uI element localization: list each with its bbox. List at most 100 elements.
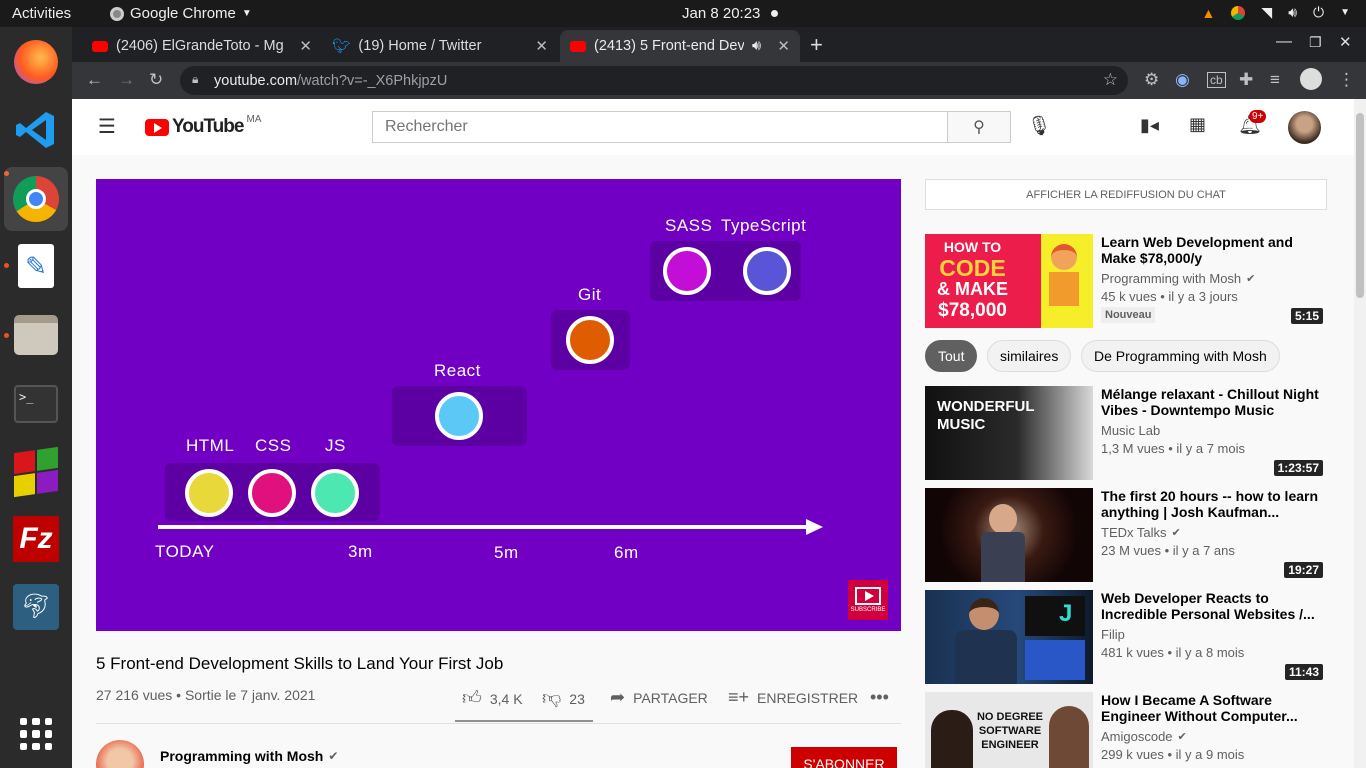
minimize-button[interactable]: —: [1276, 33, 1292, 51]
back-icon[interactable]: ←: [86, 70, 103, 90]
save-button[interactable]: ≡+ ENREGISTRER: [728, 687, 858, 708]
chrome-menu-icon[interactable]: ⋮: [1338, 70, 1355, 90]
chip-all[interactable]: Tout: [925, 340, 978, 372]
video-stats: 23 M vues • il y a 7 ans: [1101, 543, 1235, 558]
video-meta: 27 216 vues • Sortie le 7 janv. 2021: [96, 687, 316, 703]
apps-grid-icon[interactable]: ▦: [1189, 114, 1206, 135]
mysql-workbench-icon[interactable]: 🐬︎: [11, 582, 61, 632]
account-avatar[interactable]: [1288, 111, 1321, 144]
address-bar[interactable]: 🔒︎ youtube.com/watch?v=-_X6PhkjpzU ☆: [180, 66, 1128, 95]
more-actions-icon[interactable]: •••: [870, 687, 889, 708]
tab-strip: (2406) ElGrandeToto - Mg ✕ 🐦︎ (19) Home …: [72, 27, 1366, 62]
channel-name-row[interactable]: Programming with Mosh ✔: [160, 748, 338, 764]
tab-active-video[interactable]: (2413) 5 Front-end Dev 🔊︎ ✕: [560, 30, 800, 62]
reload-icon[interactable]: ↻: [149, 70, 163, 90]
extensions-puzzle-icon[interactable]: ✚: [1239, 70, 1253, 90]
profile-avatar-icon[interactable]: [1300, 68, 1322, 90]
channel-name[interactable]: Filip: [1101, 627, 1125, 642]
recommended-video[interactable]: WONDERFUL MUSIC 1:23:57 Mélange relaxant…: [925, 386, 1327, 480]
audio-playing-icon[interactable]: 🔊︎: [752, 38, 761, 54]
app-grid-colorful-icon[interactable]: [11, 446, 61, 498]
clock[interactable]: Jan 8 20:23: [682, 5, 760, 22]
text-editor-icon[interactable]: ✎: [11, 241, 61, 291]
video-player[interactable]: HTML CSS JS React Git SASS TypeScript TO…: [96, 179, 901, 631]
bookmark-star-icon[interactable]: ☆: [1103, 70, 1118, 90]
filezilla-icon[interactable]: Fz: [11, 514, 61, 564]
close-tab-icon[interactable]: ✕: [299, 37, 312, 55]
chip-similar[interactable]: similaires: [987, 340, 1072, 372]
share-button[interactable]: ➦ PARTAGER: [610, 687, 708, 708]
channel-name[interactable]: Music Lab: [1101, 423, 1160, 438]
firefox-icon[interactable]: [11, 37, 61, 87]
microphone-icon[interactable]: 🎙︎: [1027, 114, 1051, 138]
video-stats: 1,3 M vues • il y a 7 mois: [1101, 441, 1245, 456]
video-thumbnail[interactable]: J: [925, 590, 1093, 684]
close-window-button[interactable]: ✕: [1339, 33, 1352, 51]
show-applications-icon[interactable]: [11, 709, 61, 759]
search-button[interactable]: ⚲: [947, 111, 1011, 143]
close-tab-icon[interactable]: ✕: [777, 37, 790, 55]
recommended-video[interactable]: NO DEGREE SOFTWARE ENGINEER How I Became…: [925, 692, 1327, 768]
chrome-tray-icon[interactable]: [1231, 5, 1246, 20]
media-queue-icon[interactable]: ≡: [1270, 70, 1280, 90]
thumbnail-text: NO DEGREE SOFTWARE ENGINEER: [976, 711, 1043, 751]
extension-cb-icon[interactable]: cb: [1207, 72, 1226, 88]
system-tray[interactable]: ▲ ◥ 🔊︎ ⏻ ▼: [1202, 4, 1350, 21]
duration-badge: 11:43: [1284, 664, 1323, 680]
maximize-button[interactable]: ❐: [1309, 34, 1322, 51]
js-dot: [311, 469, 359, 517]
app-menu[interactable]: Google Chrome ▼: [110, 5, 252, 22]
chrome-dock-icon[interactable]: [4, 167, 68, 231]
video-thumbnail[interactable]: WONDERFUL MUSIC: [925, 386, 1093, 480]
typescript-label: TypeScript: [721, 216, 807, 235]
new-tab-button[interactable]: +: [810, 32, 823, 58]
page-scrollbar[interactable]: [1354, 99, 1366, 768]
wifi-icon[interactable]: ◥: [1261, 4, 1272, 21]
tab-elgrandetoto[interactable]: (2406) ElGrandeToto - Mg ✕: [82, 30, 322, 62]
subscribe-label: S'ABONNER: [803, 756, 885, 768]
show-chat-replay-button[interactable]: AFFICHER LA REDIFFUSION DU CHAT: [925, 179, 1327, 210]
channel-avatar[interactable]: [96, 740, 144, 768]
js-label: JS: [325, 436, 346, 455]
extension-2-icon[interactable]: ◉: [1175, 70, 1190, 90]
scrollbar-thumb[interactable]: [1356, 113, 1364, 298]
browser-toolbar: ← → ↻ 🔒︎ youtube.com/watch?v=-_X6PhkjpzU…: [72, 62, 1366, 99]
divider: [96, 723, 901, 724]
extension-1-icon[interactable]: ⚙: [1144, 70, 1159, 90]
duration-badge: 5:15: [1290, 308, 1323, 324]
recommended-video[interactable]: 19:27 The first 20 hours -- how to learn…: [925, 488, 1327, 582]
dislike-button[interactable]: 👎︎ 23: [542, 687, 585, 710]
subscribe-watermark[interactable]: SUBSCRIBE: [848, 580, 888, 620]
channel-row[interactable]: Amigoscode ✔: [1101, 729, 1187, 744]
hamburger-menu-icon[interactable]: ☰: [98, 114, 116, 139]
video-thumbnail[interactable]: [925, 488, 1093, 582]
terminal-icon[interactable]: >_: [11, 379, 61, 429]
vscode-icon[interactable]: [11, 105, 61, 155]
vlc-icon[interactable]: ▲: [1202, 5, 1216, 21]
chevron-down-icon[interactable]: ▼: [1340, 7, 1350, 18]
files-icon[interactable]: [11, 310, 61, 360]
subscribe-button[interactable]: S'ABONNER: [791, 747, 897, 768]
featured-video[interactable]: HOW TO CODE & MAKE $78,000 5:15 Learn We…: [925, 234, 1327, 328]
create-video-icon[interactable]: ▮◂: [1140, 115, 1159, 136]
tab-twitter[interactable]: 🐦︎ (19) Home / Twitter ✕: [322, 30, 558, 62]
channel-row[interactable]: Programming with Mosh ✔: [1101, 271, 1255, 286]
html-label: HTML: [186, 436, 235, 455]
chip-from-channel[interactable]: De Programming with Mosh: [1081, 340, 1280, 372]
duration-badge: 1:23:57: [1273, 460, 1323, 476]
like-button[interactable]: 👍︎ 3,4 K: [462, 687, 523, 710]
forward-icon[interactable]: →: [118, 70, 135, 90]
power-icon[interactable]: ⏻: [1313, 4, 1324, 21]
search-input[interactable]: [372, 111, 948, 143]
play-icon: [855, 587, 881, 605]
channel-row[interactable]: TEDx Talks ✔: [1101, 525, 1181, 540]
featured-thumbnail[interactable]: HOW TO CODE & MAKE $78,000: [925, 234, 1041, 328]
css-dot: [248, 469, 296, 517]
youtube-logo[interactable]: YouTube MA: [145, 114, 261, 138]
video-thumbnail[interactable]: NO DEGREE SOFTWARE ENGINEER: [925, 692, 1093, 768]
close-tab-icon[interactable]: ✕: [535, 37, 548, 55]
recommended-video[interactable]: J 11:43 Web Developer Reacts to Incredib…: [925, 590, 1327, 684]
volume-icon[interactable]: 🔊︎: [1288, 4, 1297, 21]
activities-button[interactable]: Activities: [12, 5, 71, 22]
channel-name: Programming with Mosh: [160, 748, 324, 764]
